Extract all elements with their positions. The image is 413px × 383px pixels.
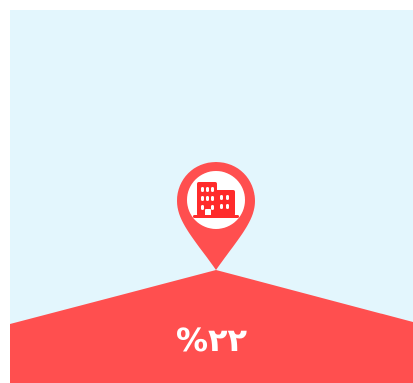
- stat-card: %۲۲: [10, 10, 413, 383]
- location-pin-icon: [175, 160, 257, 272]
- percent-value: %۲۲: [175, 321, 248, 359]
